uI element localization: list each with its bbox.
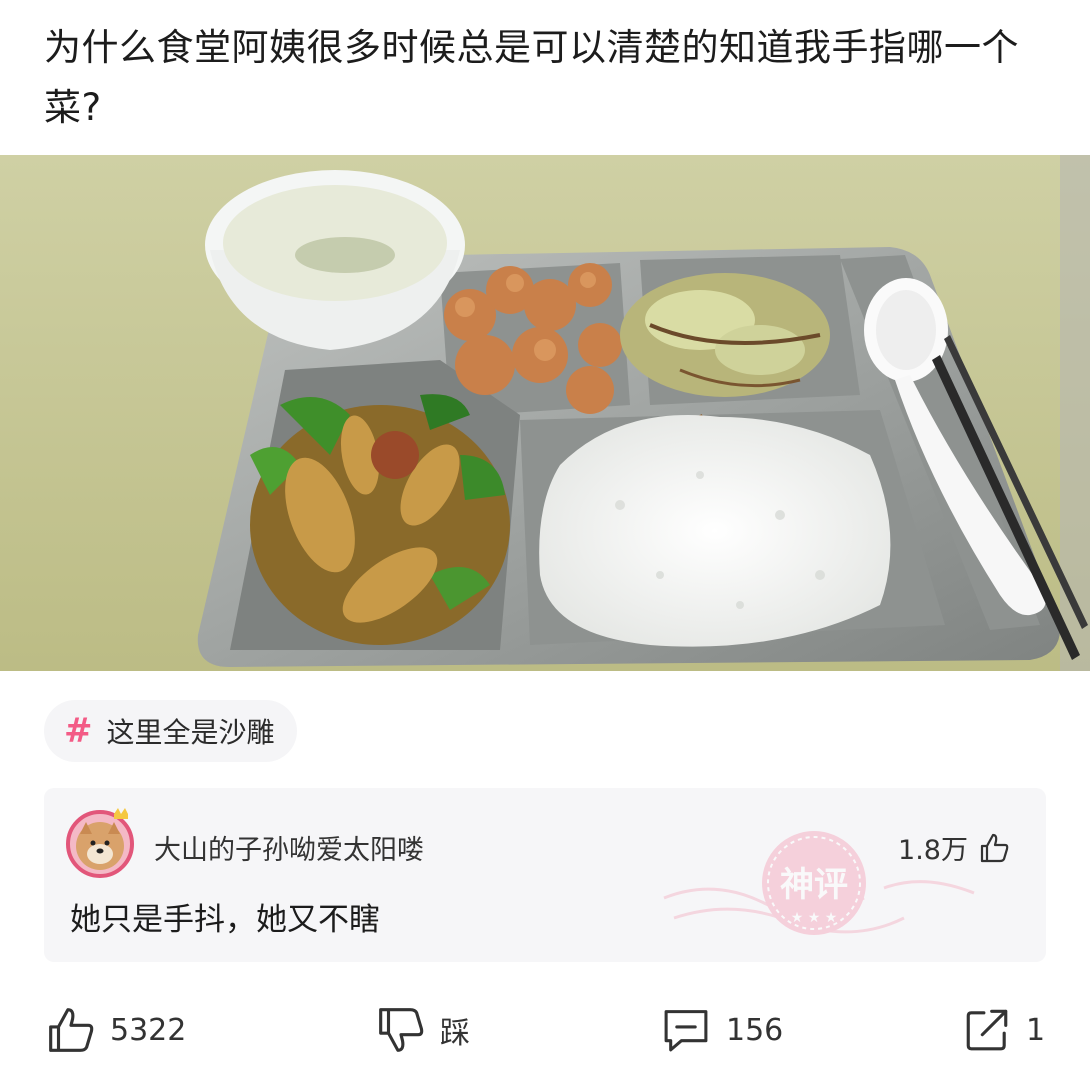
thumbs-up-icon xyxy=(980,833,1009,862)
hashtag-icon: # xyxy=(64,711,93,751)
comment-username[interactable]: 大山的子孙呦爱太阳喽 xyxy=(154,828,424,867)
comment-count: 156 xyxy=(726,1012,784,1048)
action-bar: 5322 踩 156 1 xyxy=(0,990,1090,1070)
top-comment-card[interactable]: 大山的子孙呦爱太阳喽 神评 ★ ★ ★ 1.8万 她只是手抖，她又不瞎 xyxy=(44,788,1046,962)
dog-avatar-icon xyxy=(66,808,134,878)
stamp-label: 神评 xyxy=(780,865,848,905)
like-count: 5322 xyxy=(110,1012,187,1048)
share-icon xyxy=(966,1009,1008,1051)
share-button[interactable]: 1 xyxy=(962,990,1045,1070)
thumbs-up-icon xyxy=(49,1008,94,1052)
topic-tag[interactable]: # 这里全是沙雕 xyxy=(44,700,297,762)
like-button[interactable]: 5322 xyxy=(46,990,186,1070)
topic-label: 这里全是沙雕 xyxy=(106,716,275,749)
post-image[interactable] xyxy=(0,155,1090,671)
comment-bubble-icon xyxy=(664,1010,708,1052)
comment-text: 她只是手抖，她又不瞎 xyxy=(70,902,380,938)
svg-text:★ ★ ★: ★ ★ ★ xyxy=(791,910,838,926)
dislike-label: 踩 xyxy=(440,1016,470,1051)
comment-like-count: 1.8万 xyxy=(898,835,968,866)
dislike-button[interactable]: 踩 xyxy=(376,990,470,1070)
comment-like-button[interactable]: 1.8万 xyxy=(898,828,1010,867)
thumbs-down-icon xyxy=(379,1008,424,1052)
canteen-tray-photo xyxy=(0,155,1090,671)
comment-button[interactable]: 156 xyxy=(660,990,783,1070)
avatar[interactable] xyxy=(64,806,136,878)
post-title: 为什么食堂阿姨很多时候总是可以清楚的知道我手指哪一个菜? xyxy=(44,26,1019,129)
share-count: 1 xyxy=(1026,1012,1046,1048)
